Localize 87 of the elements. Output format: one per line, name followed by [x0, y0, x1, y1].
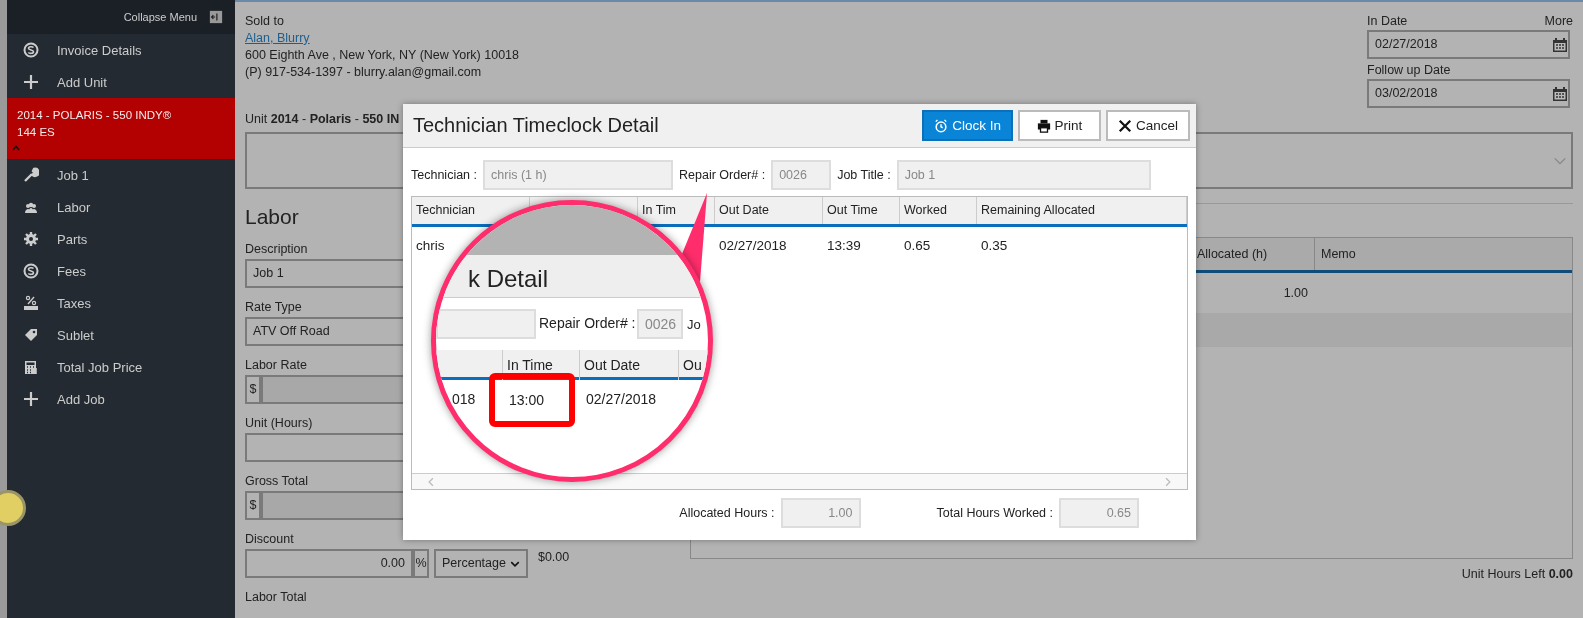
sidebar-item[interactable]: Total Job Price	[7, 351, 235, 383]
dollar-circle-icon	[23, 42, 39, 58]
unit-item[interactable]: 2014 - POLARIS - 550 INDY® 144 ES	[7, 98, 235, 159]
gear-icon	[23, 231, 39, 247]
calendar-icon	[1552, 36, 1568, 53]
sidebar-item[interactable]: Add Unit	[7, 66, 235, 98]
section-title: Labor	[245, 204, 299, 230]
chevron-right-icon	[1163, 476, 1173, 487]
currency-addon: $	[245, 375, 261, 404]
customer-heading: Sold to	[245, 13, 285, 30]
field-label: Description	[245, 241, 308, 258]
dialog-title: Technician Timeclock Detail	[413, 117, 659, 134]
table-cell: 018	[452, 391, 476, 408]
sidebar-item[interactable]: Labor	[7, 191, 235, 223]
sidebar-item[interactable]: Taxes	[7, 287, 235, 319]
more-link[interactable]: More	[1544, 13, 1573, 30]
column-header: In Tim	[642, 202, 677, 219]
clock-in-button[interactable]: Clock In	[922, 110, 1013, 141]
currency-addon: $	[245, 491, 261, 520]
column-header: Technician	[416, 202, 476, 219]
chevron-left-icon	[426, 476, 436, 487]
unit-title: Unit 2014 - Polaris - 550 IN	[245, 111, 400, 128]
customer-address: 600 Eighth Ave , New York, NY (New York) 10018	[245, 47, 520, 64]
discount-amount: $0.00	[537, 549, 570, 566]
column-header: Memo	[1314, 238, 1362, 270]
column-header: Out Time	[827, 202, 878, 219]
sidebar-item[interactable]: Invoice Details	[7, 34, 235, 66]
field-label: Gross Total	[245, 473, 308, 490]
column-header: Ou	[683, 357, 702, 374]
dialog-title: k Detail	[468, 265, 549, 293]
column-header: Allocated (h)	[1196, 245, 1269, 263]
column-header: Remaining Allocated	[981, 202, 1095, 219]
field-label: Labor Total	[245, 589, 307, 606]
discount-type-select[interactable]: Percentage	[434, 549, 528, 578]
field-label: Discount	[245, 531, 294, 548]
plus-icon	[23, 391, 39, 407]
tag-icon	[23, 327, 39, 343]
dialog-button[interactable]: Print	[1017, 110, 1101, 141]
field-label: Allocated Hours :	[679, 504, 775, 522]
sidebar-item[interactable]: Fees	[7, 255, 235, 287]
column-header: Out Date	[719, 202, 770, 219]
table-cell: 13:39	[827, 236, 861, 254]
field-label: Labor Rate	[245, 357, 307, 374]
dialog-button[interactable]: Cancel	[1105, 110, 1190, 141]
table-cell: 0.65	[904, 236, 931, 254]
sidebar-item[interactable]: Job 1	[7, 159, 235, 191]
field-label: Job Title :	[837, 166, 891, 184]
calendar-icon	[1552, 85, 1568, 102]
wrench-icon	[23, 167, 39, 183]
table-cell: chris	[416, 236, 445, 254]
sidebar-item[interactable]: Add Job	[7, 383, 235, 415]
number-field[interactable]: 0.00	[245, 549, 413, 578]
field-label: Repair Order# :	[679, 166, 766, 184]
table-cell: 13:00	[509, 391, 545, 409]
field-label: Follow up Date	[1367, 62, 1451, 79]
sidebar-item[interactable]: Sublet	[7, 319, 235, 351]
close-icon	[1117, 118, 1132, 133]
collapse-icon	[209, 10, 223, 24]
field-label: Unit (Hours)	[245, 415, 313, 432]
calculator-icon	[23, 359, 39, 375]
table-cell: 02/27/2018	[719, 236, 787, 254]
table-cell: 0.35	[981, 236, 1008, 254]
date-field[interactable]: 03/02/2018	[1367, 79, 1570, 108]
column-header: Out Date	[584, 357, 641, 374]
field-label: Total Hours Worked :	[936, 504, 1053, 522]
table-cell-text: 1.00	[1282, 284, 1309, 302]
field-label: Jo	[687, 316, 701, 333]
date-field[interactable]: 02/27/2018	[1367, 30, 1570, 59]
field-label: Technician :	[411, 166, 477, 184]
caret-icon[interactable]	[11, 144, 21, 152]
column-header: In Time	[507, 357, 553, 374]
percent-addon: %	[413, 549, 429, 578]
plus-icon	[23, 74, 39, 90]
column-header: Worked	[904, 202, 947, 219]
field-label: Repair Order# :	[539, 315, 636, 332]
alarm-clock-icon	[934, 118, 949, 133]
printer-icon	[1036, 118, 1051, 133]
horizontal-scrollbar[interactable]	[412, 473, 1187, 489]
unit-hours-left: Unit Hours Left 0.00	[1460, 566, 1573, 583]
customer-contact: (P) 917-534-1397 - blurry.alan@gmail.com	[245, 64, 483, 81]
sidebar-item[interactable]: Parts	[7, 223, 235, 255]
field-label: In Date	[1367, 13, 1408, 30]
dollar-circle-icon	[23, 263, 39, 279]
collapse-menu-link[interactable]: Collapse Menu	[123, 8, 197, 26]
percent-icon	[23, 295, 39, 311]
field-label: Rate Type	[245, 299, 302, 316]
table-cell: 02/27/2018	[586, 391, 657, 408]
